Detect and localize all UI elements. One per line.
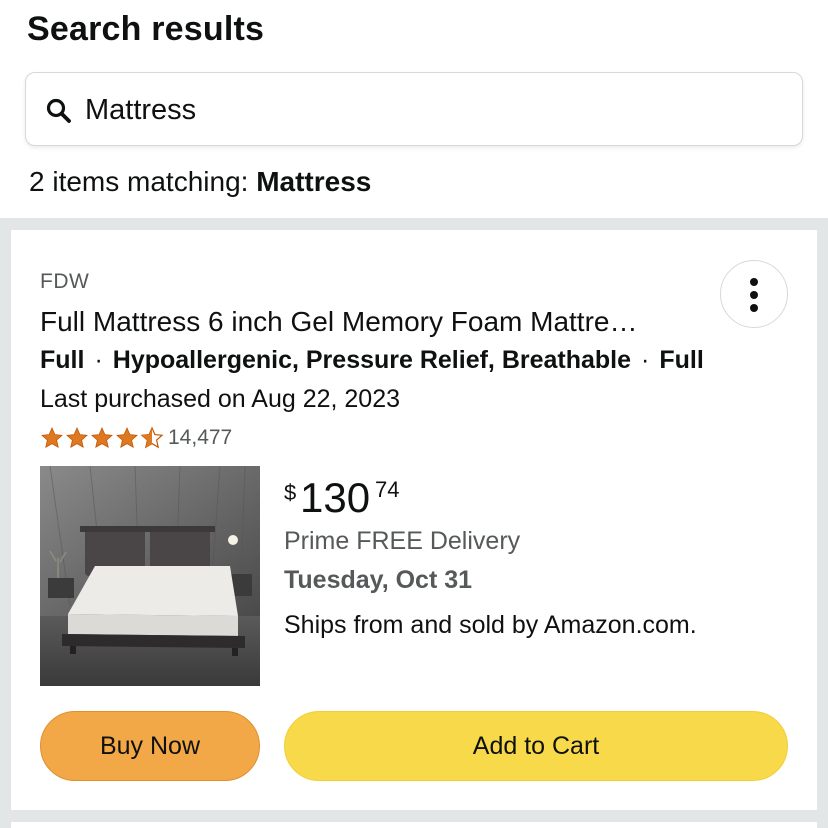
more-options-button[interactable] xyxy=(720,260,788,328)
attribute-size-2: Full xyxy=(659,346,704,374)
price-whole: 130 xyxy=(300,474,371,521)
product-brand: FDW xyxy=(40,270,90,293)
more-vertical-icon xyxy=(750,278,758,286)
attribute-size: Full xyxy=(40,346,85,374)
star-full-icon xyxy=(66,427,88,449)
mattress-photo xyxy=(40,466,260,686)
last-purchased: Last purchased on Aug 22, 2023 xyxy=(40,385,401,413)
product-image[interactable] xyxy=(40,466,260,686)
attribute-separator: · xyxy=(641,346,650,374)
price-fraction: 74 xyxy=(375,477,400,502)
more-vertical-icon xyxy=(750,291,758,299)
results-summary-term: Mattress xyxy=(256,166,372,197)
star-full-icon xyxy=(41,427,63,449)
ships-from: Ships from and sold by Amazon.com. xyxy=(284,611,697,639)
star-full-icon xyxy=(116,427,138,449)
review-count: 14,477 xyxy=(168,426,233,449)
star-half-icon xyxy=(140,426,164,449)
product-attributes: Full · Hypoallergenic, Pressure Relief, Br… xyxy=(40,346,704,375)
add-to-cart-button[interactable]: Add to Cart xyxy=(284,711,788,781)
page-title: Search results xyxy=(27,10,265,48)
price-symbol: $ xyxy=(284,480,297,505)
buy-now-button[interactable]: Buy Now xyxy=(40,711,260,781)
delivery-date: Tuesday, Oct 31 xyxy=(284,566,473,594)
search-query: Mattress xyxy=(85,94,197,126)
star-full-icon xyxy=(91,427,113,449)
delivery-info: Prime FREE Delivery xyxy=(284,527,521,555)
attribute-features: Hypoallergenic, Pressure Relief, Breatha… xyxy=(112,346,632,374)
product-title[interactable]: Full Mattress 6 inch Gel Memory Foam Mat… xyxy=(40,306,700,338)
product-card-next[interactable] xyxy=(11,822,817,828)
results-summary-prefix: 2 items matching: xyxy=(29,166,257,197)
results-summary: 2 items matching: Mattress xyxy=(29,166,371,198)
attribute-separator: · xyxy=(94,346,103,374)
more-vertical-icon xyxy=(750,304,758,312)
search-input[interactable]: Mattress xyxy=(25,72,803,146)
search-icon xyxy=(46,98,71,123)
